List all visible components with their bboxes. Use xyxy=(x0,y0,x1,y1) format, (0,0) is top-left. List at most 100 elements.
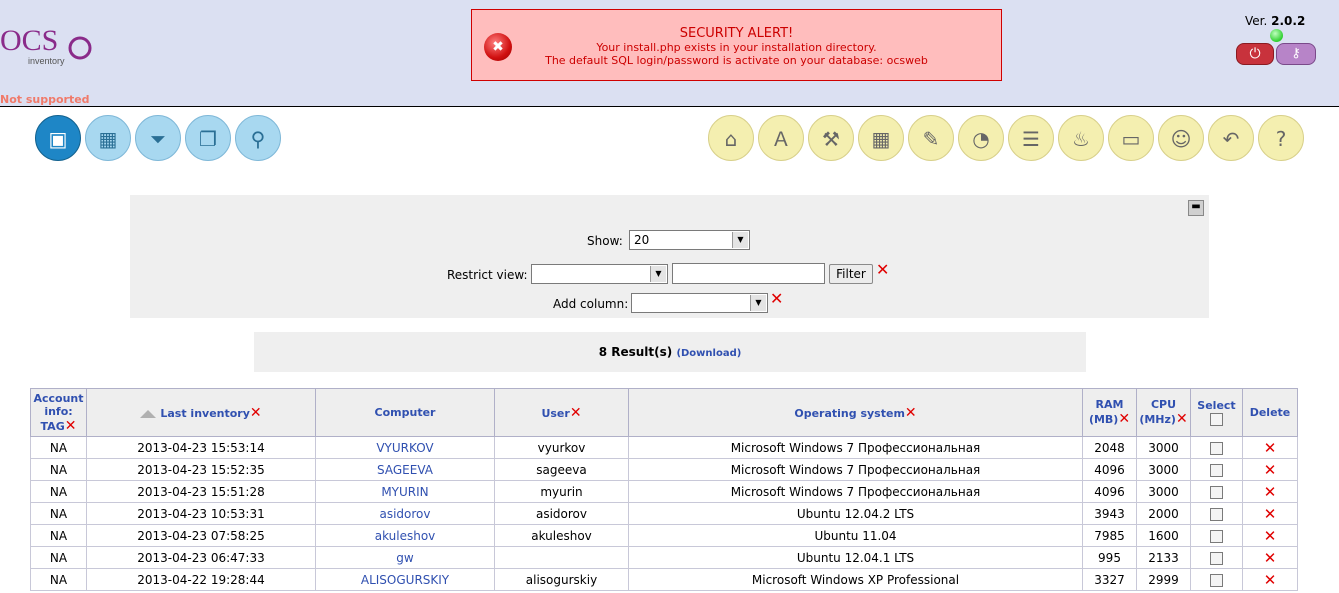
cell-ram: 7985 xyxy=(1082,524,1137,547)
download-link[interactable]: (Download) xyxy=(676,348,741,359)
help-icon[interactable]: ? xyxy=(1258,115,1304,161)
add-column-label: Add column: xyxy=(553,297,629,311)
select-all-checkbox[interactable] xyxy=(1210,412,1223,426)
restrict-view-select[interactable]: ▼ xyxy=(531,264,668,284)
docs-icon[interactable]: ☰ xyxy=(1008,115,1054,161)
password-button[interactable]: ⚷ xyxy=(1276,43,1316,65)
filter-button[interactable]: Filter xyxy=(829,264,873,284)
cell-last-inventory: 2013-04-22 19:28:44 xyxy=(86,568,316,591)
table-row: NA 2013-04-23 06:47:33 gw Ubuntu 12.04.1… xyxy=(30,546,1298,569)
col-last-inventory[interactable]: Last inventory✕ xyxy=(86,388,316,437)
col-user[interactable]: User✕ xyxy=(494,388,629,437)
status-led-icon xyxy=(1270,29,1283,42)
col-os[interactable]: Operating system✕ xyxy=(628,388,1083,437)
table-row: NA 2013-04-23 15:53:14 VYURKOV vyurkov M… xyxy=(30,436,1298,459)
delete-icon[interactable]: ✕ xyxy=(1264,461,1277,479)
row-checkbox[interactable] xyxy=(1210,463,1223,477)
cell-select xyxy=(1190,436,1243,459)
computer-link[interactable]: ALISOGURSKIY xyxy=(315,568,495,591)
filter-icon[interactable]: ⏷ xyxy=(135,115,181,161)
firewall-icon[interactable]: ♨ xyxy=(1058,115,1104,161)
remove-col-icon[interactable]: ✕ xyxy=(905,405,917,421)
cell-tag: NA xyxy=(30,436,87,459)
config-icon[interactable]: ⚒ xyxy=(808,115,854,161)
power-icon: ⏻ xyxy=(1249,46,1261,62)
table-row: NA 2013-04-22 19:28:44 ALISOGURSKIY alis… xyxy=(30,568,1298,591)
show-value: 20 xyxy=(634,233,650,247)
error-icon: ✖ xyxy=(484,33,512,61)
ipdiscover-icon[interactable]: ▭ xyxy=(1108,115,1154,161)
chevron-down-icon: ▼ xyxy=(750,295,766,311)
ocs-logo[interactable]: OCS inventory xyxy=(0,22,100,70)
cell-os: Ubuntu 12.04.1 LTS xyxy=(628,546,1083,569)
key-icon: ⚷ xyxy=(1291,46,1301,61)
statistics-icon[interactable]: ◔ xyxy=(958,115,1004,161)
search-icon[interactable]: ⚲ xyxy=(235,115,281,161)
cell-ram: 3943 xyxy=(1082,502,1137,525)
row-checkbox[interactable] xyxy=(1210,441,1223,455)
computers-icon[interactable]: ▣ xyxy=(35,115,81,161)
delete-icon[interactable]: ✕ xyxy=(1264,483,1277,501)
row-checkbox[interactable] xyxy=(1210,551,1223,565)
row-checkbox[interactable] xyxy=(1210,485,1223,499)
logout-button[interactable]: ⏻ xyxy=(1236,43,1274,65)
col-computer[interactable]: Computer xyxy=(315,388,495,437)
deploy-icon[interactable]: ⌂ xyxy=(708,115,754,161)
restore-icon[interactable]: ↶ xyxy=(1208,115,1254,161)
computer-link[interactable]: MYURIN xyxy=(315,480,495,503)
remove-col-icon[interactable]: ✕ xyxy=(1176,411,1188,427)
security-alert: ✖ SECURITY ALERT! Your install.php exist… xyxy=(471,9,1002,81)
add-column-select[interactable]: ▼ xyxy=(631,293,768,313)
cell-last-inventory: 2013-04-23 15:53:14 xyxy=(86,436,316,459)
cell-delete: ✕ xyxy=(1242,524,1298,547)
remove-col-icon[interactable]: ✕ xyxy=(250,405,262,421)
row-checkbox[interactable] xyxy=(1210,529,1223,543)
computer-link[interactable]: VYURKOV xyxy=(315,436,495,459)
cell-select xyxy=(1190,546,1243,569)
computer-link[interactable]: akuleshov xyxy=(315,524,495,547)
col-cpu[interactable]: CPU (MHz)✕ xyxy=(1136,388,1191,437)
row-checkbox[interactable] xyxy=(1210,573,1223,587)
cell-cpu: 2000 xyxy=(1136,502,1191,525)
cell-os: Microsoft Windows XP Professional xyxy=(628,568,1083,591)
remove-col-icon[interactable]: ✕ xyxy=(65,418,77,434)
software-icon[interactable]: ▦ xyxy=(858,115,904,161)
col-select[interactable]: Select xyxy=(1190,388,1243,437)
cell-select xyxy=(1190,458,1243,481)
network-icon[interactable]: ▦ xyxy=(85,115,131,161)
remove-col-icon[interactable]: ✕ xyxy=(1118,411,1130,427)
cell-user: sageeva xyxy=(494,458,629,481)
computer-link[interactable]: gw xyxy=(315,546,495,569)
computer-link[interactable]: SAGEEVA xyxy=(315,458,495,481)
cell-delete: ✕ xyxy=(1242,568,1298,591)
delete-icon[interactable]: ✕ xyxy=(1264,571,1277,589)
delete-icon[interactable]: ✕ xyxy=(1264,439,1277,457)
cell-tag: NA xyxy=(30,458,87,481)
cell-user: vyurkov xyxy=(494,436,629,459)
clear-filter-icon[interactable]: ✕ xyxy=(876,262,889,278)
delete-icon[interactable]: ✕ xyxy=(1264,505,1277,523)
dictionary-icon[interactable]: Ａ xyxy=(758,115,804,161)
cell-os: Ubuntu 11.04 xyxy=(628,524,1083,547)
col-ram[interactable]: RAM (MB)✕ xyxy=(1082,388,1137,437)
delete-icon[interactable]: ✕ xyxy=(1264,527,1277,545)
cell-ram: 4096 xyxy=(1082,480,1137,503)
help-desk-icon[interactable]: ✎ xyxy=(908,115,954,161)
cell-user: akuleshov xyxy=(494,524,629,547)
restrict-view-input[interactable] xyxy=(672,263,825,284)
row-checkbox[interactable] xyxy=(1210,507,1223,521)
col-tag[interactable]: Account info: TAG✕ xyxy=(30,388,87,437)
cell-delete: ✕ xyxy=(1242,502,1298,525)
minimize-button[interactable]: ▬ xyxy=(1188,200,1204,216)
delete-icon[interactable]: ✕ xyxy=(1264,549,1277,567)
clear-column-icon[interactable]: ✕ xyxy=(770,291,783,307)
cell-cpu: 2133 xyxy=(1136,546,1191,569)
remove-col-icon[interactable]: ✕ xyxy=(570,405,582,421)
alert-line-2: The default SQL login/password is activa… xyxy=(545,54,928,67)
groups-icon[interactable]: ❐ xyxy=(185,115,231,161)
show-select[interactable]: 20 ▼ xyxy=(629,230,750,250)
user-icon[interactable]: ☺ xyxy=(1158,115,1204,161)
computer-link[interactable]: asidorov xyxy=(315,502,495,525)
cell-ram: 995 xyxy=(1082,546,1137,569)
cell-select xyxy=(1190,480,1243,503)
